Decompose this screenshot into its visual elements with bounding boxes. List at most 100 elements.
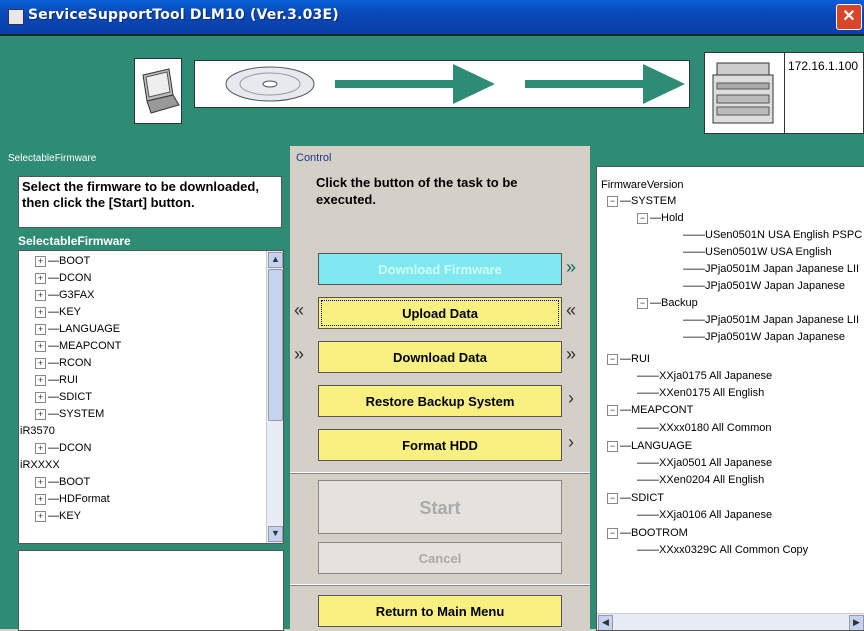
tree-item[interactable]: − —SDICT	[607, 492, 664, 504]
firmware-version-title: FirmwareVersion	[601, 179, 684, 191]
collapse-icon[interactable]: −	[607, 195, 618, 207]
group-label-selectable-firmware: SelectableFirmware	[6, 153, 99, 164]
collapse-icon[interactable]: −	[607, 353, 618, 365]
expand-icon[interactable]: +	[35, 493, 46, 505]
expand-icon[interactable]: +	[35, 510, 46, 522]
expand-icon[interactable]: +	[35, 306, 46, 318]
collapse-icon[interactable]: −	[607, 440, 618, 452]
tree-item[interactable]: − —MEAPCONT	[607, 404, 693, 416]
expand-icon[interactable]: +	[35, 476, 46, 488]
scroll-up-icon[interactable]: ▲	[268, 252, 283, 268]
tree-leaf[interactable]: ——USen0501W USA English	[683, 246, 832, 258]
selectable-firmware-heading: SelectableFirmware	[18, 234, 131, 248]
tree-item[interactable]: + —KEY	[35, 510, 81, 522]
expand-icon[interactable]: +	[35, 374, 46, 386]
cancel-button[interactable]: Cancel	[318, 542, 562, 574]
tree-item[interactable]: + —BOOT	[35, 476, 90, 488]
collapse-icon[interactable]: −	[607, 527, 618, 539]
tree-leaf[interactable]: ——JPja0501M Japan Japanese LII	[683, 263, 859, 275]
upload-data-button[interactable]: Upload Data	[318, 297, 562, 329]
scroll-down-icon[interactable]: ▼	[268, 526, 283, 542]
tree-leaf[interactable]: ——JPja0501W Japan Japanese	[683, 280, 845, 292]
collapse-icon[interactable]: −	[637, 297, 648, 309]
horizontal-scrollbar[interactable]: ◀ ▶	[597, 613, 864, 630]
tree-leaf[interactable]: ——XXja0501 All Japanese	[637, 457, 772, 469]
return-main-menu-button[interactable]: Return to Main Menu	[318, 595, 562, 627]
firmware-version-tree[interactable]: FirmwareVersion − —SYSTEM − —Hold ——USen05…	[596, 166, 864, 631]
double-left-arrow-icon: «	[566, 300, 577, 320]
tree-item[interactable]: + —RUI	[35, 374, 78, 386]
tree-item[interactable]: + —SDICT	[35, 391, 92, 403]
close-button[interactable]: ✕	[836, 4, 862, 30]
tree-leaf[interactable]: ——XXxx0329C All Common Copy	[637, 544, 808, 556]
tree-item[interactable]: − —Hold	[637, 212, 684, 224]
title-bar: ServiceSupportTool DLM10 (Ver.3.03E) ✕	[0, 0, 864, 34]
ip-address: 172.16.1.100	[788, 59, 859, 73]
tree-item[interactable]: + —DCON	[35, 272, 91, 284]
copier-icon	[704, 52, 786, 134]
firmware-tree[interactable]: + —BOOT + —DCON + —G3FAX + —KEY + —LANGUAGE +…	[18, 250, 284, 544]
tree-leaf[interactable]: ——XXja0175 All Japanese	[637, 370, 772, 382]
tree-item[interactable]: + —LANGUAGE	[35, 323, 120, 335]
expand-icon[interactable]: +	[35, 357, 46, 369]
divider	[290, 584, 590, 586]
window-title: ServiceSupportTool DLM10 (Ver.3.03E)	[28, 7, 339, 23]
ip-address-display: 172.16.1.100	[784, 52, 864, 134]
tree-item[interactable]: + —MEAPCONT	[35, 340, 121, 352]
tree-item[interactable]: − —BOOTROM	[607, 527, 688, 539]
firmware-instruction: Select the firmware to be downloaded, th…	[18, 176, 282, 228]
laptop-icon	[134, 58, 182, 124]
app-icon	[8, 9, 24, 25]
format-hdd-button[interactable]: Format HDD	[318, 429, 562, 461]
expand-icon[interactable]: +	[35, 408, 46, 420]
tree-item[interactable]: + —BOOT	[35, 255, 90, 267]
collapse-icon[interactable]: −	[607, 492, 618, 504]
right-arrow-icon: ›	[568, 388, 574, 408]
double-right-arrow-icon: »	[566, 257, 577, 277]
tree-root[interactable]: iR3570	[20, 425, 55, 437]
expand-icon[interactable]: +	[35, 442, 46, 454]
collapse-icon[interactable]: −	[607, 404, 618, 416]
tree-item[interactable]: + —G3FAX	[35, 289, 94, 301]
expand-icon[interactable]: +	[35, 340, 46, 352]
tree-root[interactable]: iRXXXX	[20, 459, 60, 471]
double-left-arrow-icon: «	[294, 300, 305, 320]
download-firmware-button[interactable]: Download Firmware	[318, 253, 562, 285]
tree-leaf[interactable]: ——XXxx0180 All Common	[637, 422, 772, 434]
tree-leaf[interactable]: ——JPja0501M Japan Japanese LII	[683, 314, 859, 326]
expand-icon[interactable]: +	[35, 391, 46, 403]
tree-leaf[interactable]: ——USen0501N USA English PSPC	[683, 229, 862, 241]
tree-leaf[interactable]: ——JPja0501W Japan Japanese	[683, 331, 845, 343]
tree-item[interactable]: + —HDFormat	[35, 493, 110, 505]
tree-item[interactable]: − —RUI	[607, 353, 650, 365]
tree-item[interactable]: + —SYSTEM	[35, 408, 104, 420]
firmware-detail-box	[18, 550, 284, 631]
double-right-arrow-icon: »	[294, 344, 305, 364]
tree-item[interactable]: + —DCON	[35, 442, 91, 454]
control-label: Control	[296, 152, 332, 164]
tree-leaf[interactable]: ——XXen0175 All English	[637, 387, 764, 399]
divider	[290, 472, 590, 474]
right-arrow-icon: ›	[568, 432, 574, 452]
transfer-strip	[194, 60, 690, 108]
expand-icon[interactable]: +	[35, 272, 46, 284]
scroll-thumb[interactable]	[268, 269, 283, 421]
control-instruction: Click the button of the task to be execu…	[316, 175, 518, 207]
start-button[interactable]: Start	[318, 480, 562, 534]
tree-item[interactable]: − —Backup	[637, 297, 698, 309]
expand-icon[interactable]: +	[35, 255, 46, 267]
tree-item[interactable]: − —LANGUAGE	[607, 440, 692, 452]
tree-item[interactable]: − —SYSTEM	[607, 195, 676, 207]
collapse-icon[interactable]: −	[637, 212, 648, 224]
download-data-button[interactable]: Download Data	[318, 341, 562, 373]
expand-icon[interactable]: +	[35, 289, 46, 301]
expand-icon[interactable]: +	[35, 323, 46, 335]
tree-item[interactable]: + —RCON	[35, 357, 91, 369]
restore-backup-button[interactable]: Restore Backup System	[318, 385, 562, 417]
tree-leaf[interactable]: ——XXja0106 All Japanese	[637, 509, 772, 521]
tree-item[interactable]: + —KEY	[35, 306, 81, 318]
vertical-scrollbar[interactable]: ▲ ▼	[266, 251, 283, 543]
right-arrow-icon	[335, 64, 685, 104]
tree-leaf[interactable]: ——XXen0204 All English	[637, 474, 764, 486]
process-banner: 172.16.1.100	[0, 34, 864, 148]
